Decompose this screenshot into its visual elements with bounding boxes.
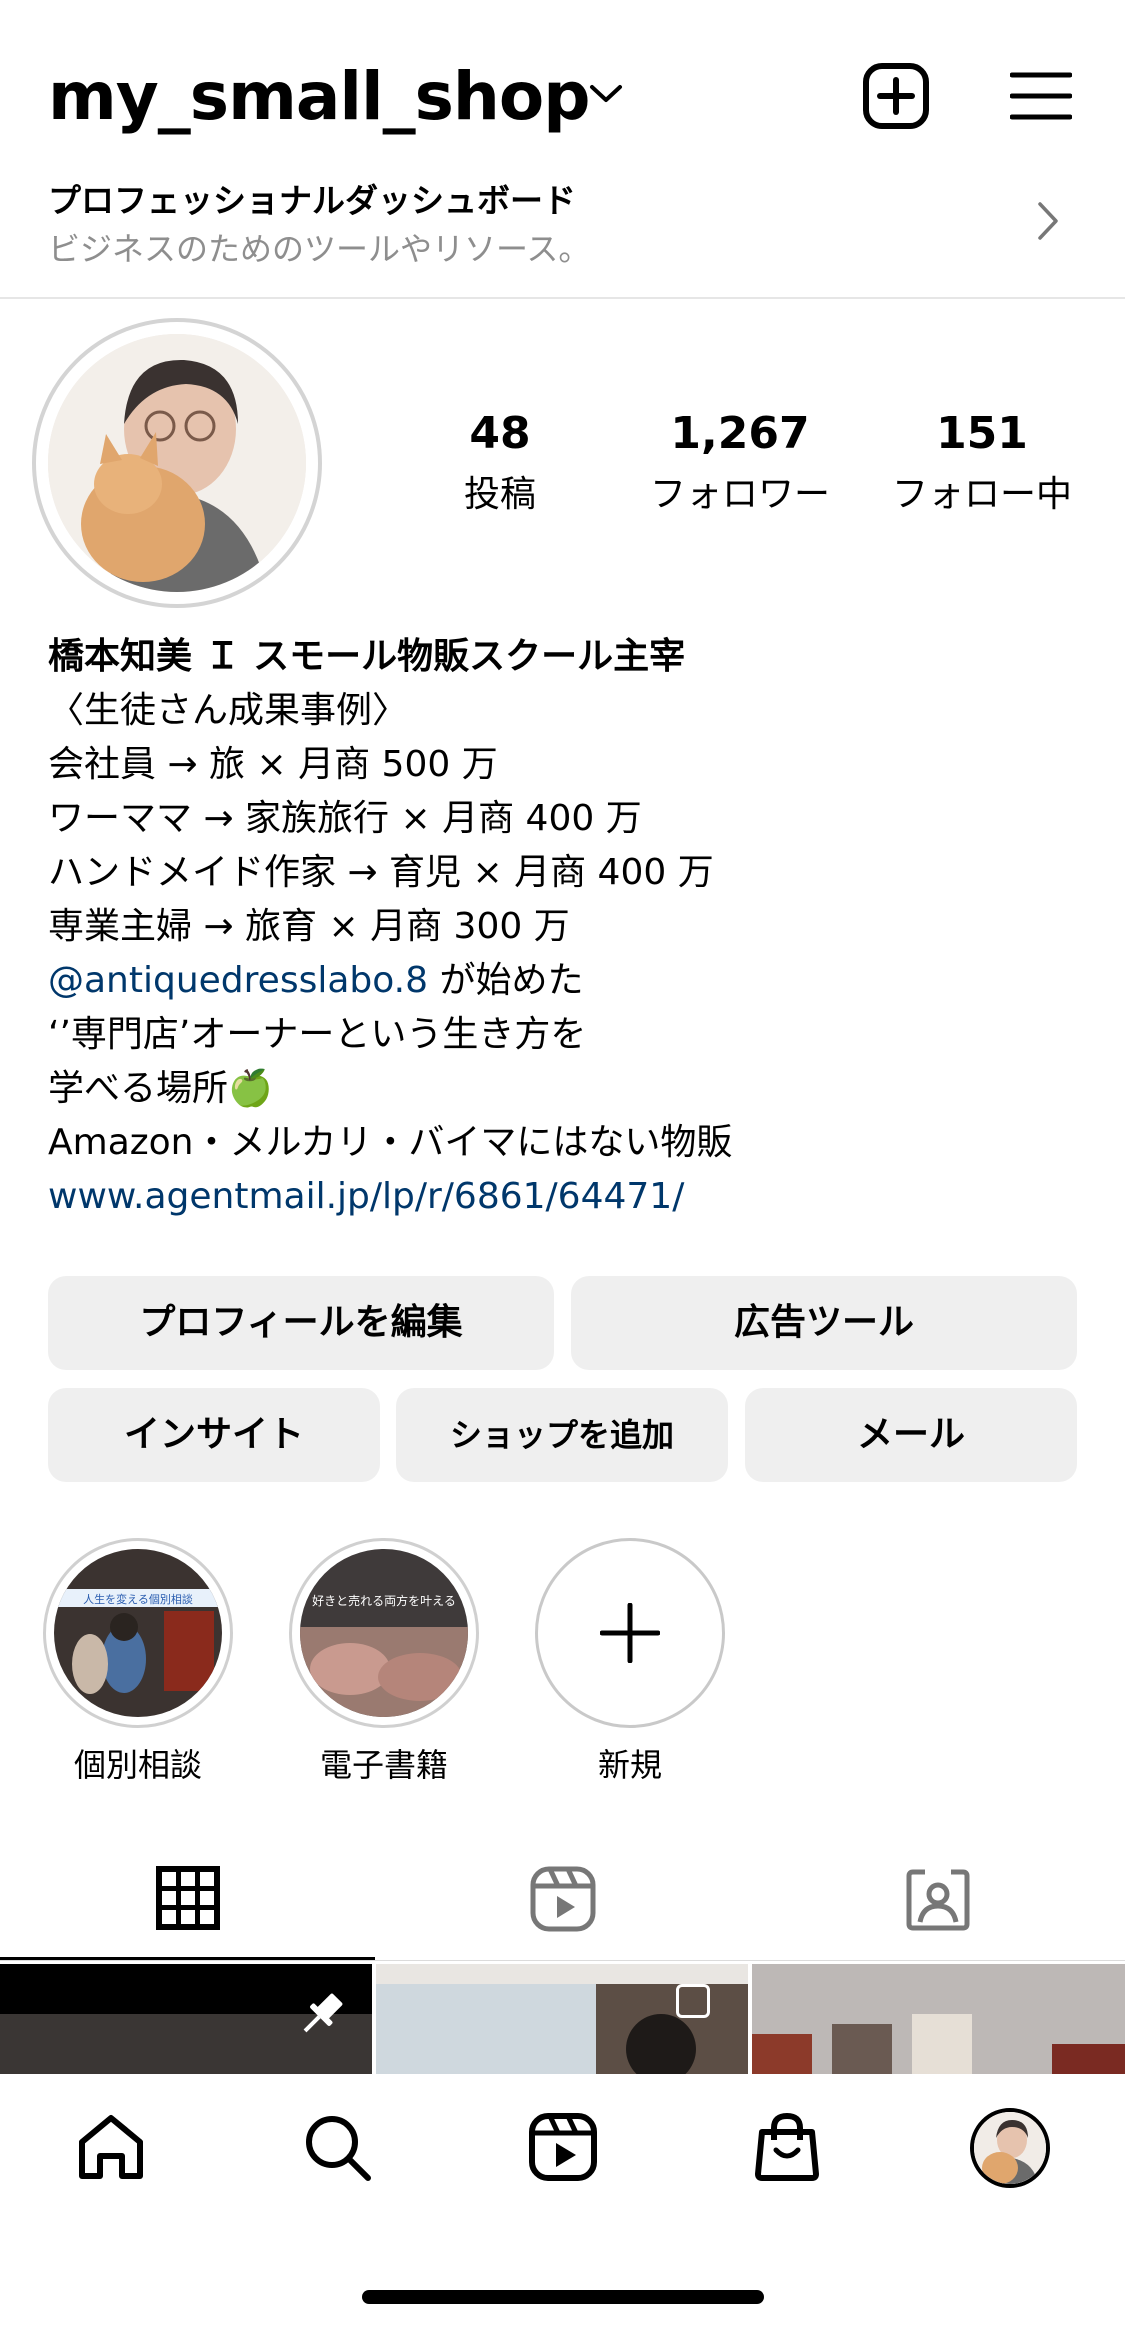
pin-icon [303,1993,343,2033]
plus-icon [600,1603,660,1663]
chevron-down-icon[interactable] [588,82,624,106]
chevron-right-icon [1038,202,1058,240]
highlight-thumbnail: 人生を変える個別相談 [54,1549,222,1717]
profile-bio: 橋本知美 Ｉ スモール物販スクール主宰 〈生徒さん成果事例〉 会社員 → 旅 ×… [48,630,1088,1224]
stat-posts[interactable]: 48 投稿 [400,408,600,517]
search-icon[interactable] [302,2112,372,2182]
post-thumbnail[interactable] [0,1964,372,2074]
bio-line: Amazon・メルカリ・バイマにはない物販 [48,1122,733,1163]
stat-followers-value: 1,267 [670,408,810,459]
insights-button[interactable]: インサイト [48,1388,380,1482]
highlight-label: 電子書籍 [319,1746,448,1784]
add-shop-button[interactable]: ショップを追加 [396,1388,728,1482]
highlight-thumb-caption: 人生を変える個別相談 [83,1592,193,1606]
green-apple-emoji: 🍏 [228,1068,273,1109]
stat-followers[interactable]: 1,267 フォロワー [640,408,840,517]
account-username[interactable]: my_small_shop [48,58,590,135]
header-divider [0,297,1125,299]
reels-icon[interactable] [528,2112,598,2182]
bio-line: 〈生徒さん成果事例〉 [48,690,409,731]
create-post-icon[interactable] [862,62,930,130]
profile-tab-avatar[interactable] [970,2108,1050,2188]
stat-posts-value: 48 [469,408,531,459]
post-thumbnail[interactable] [752,1964,1125,2074]
bio-learn-text: 学べる場所 [48,1068,229,1109]
ad-tools-button[interactable]: 広告ツール [571,1276,1077,1370]
menu-icon[interactable] [1010,70,1072,122]
highlight-label: 個別相談 [73,1746,202,1784]
dashboard-title: プロフェッショナルダッシュボード [48,181,576,220]
tagged-icon[interactable] [905,1866,971,1932]
grid-icon[interactable] [156,1866,220,1930]
reels-tab-icon[interactable] [530,1866,596,1932]
profile-avatar[interactable] [48,334,306,592]
edit-profile-button[interactable]: プロフィールを編集 [48,1276,554,1370]
highlight-label: 新規 [597,1746,662,1784]
stat-followers-label: フォロワー [649,474,830,515]
home-icon[interactable] [76,2112,146,2182]
bio-mention-link[interactable]: @antiquedresslabo.8 [48,960,428,1001]
bio-line: 専業主婦 → 旅育 × 月商 300 万 [48,906,570,947]
highlight-thumbnail: 好きと売れる両方を叶える [300,1549,468,1717]
stat-following[interactable]: 151 フォロー中 [882,408,1082,517]
bio-line: ワーママ → 家族旅行 × 月商 400 万 [48,798,642,839]
bio-line: ‘’専門店’オーナーという生き方を [48,1014,587,1055]
stat-following-label: フォロー中 [891,474,1072,515]
profile-display-name: 橋本知美 Ｉ スモール物販スクール主宰 [48,636,686,677]
bio-line: ハンドメイド作家 → 育児 × 月商 400 万 [48,852,714,893]
bio-mention-line: @antiquedresslabo.8 が始めた [48,954,1088,1008]
bio-mention-suffix: が始めた [428,960,584,1001]
highlight-thumb-caption: 好きと売れる両方を叶える [312,1593,456,1608]
stat-posts-label: 投稿 [463,474,536,515]
stat-following-value: 151 [936,408,1028,459]
dashboard-subtitle: ビジネスのためのツールやリソース。 [48,230,591,268]
multi-post-icon [676,1984,710,2018]
bio-learn-line: 学べる場所🍏 [48,1062,1088,1116]
bio-line: 会社員 → 旅 × 月商 500 万 [48,744,498,785]
shop-icon[interactable] [752,2112,822,2182]
bio-website-link[interactable]: www.agentmail.jp/lp/r/6861/64471/ [48,1170,1088,1224]
post-thumbnail[interactable] [376,1964,748,2074]
tab-divider [0,1960,1125,1961]
email-button[interactable]: メール [745,1388,1077,1482]
home-indicator [362,2290,764,2304]
